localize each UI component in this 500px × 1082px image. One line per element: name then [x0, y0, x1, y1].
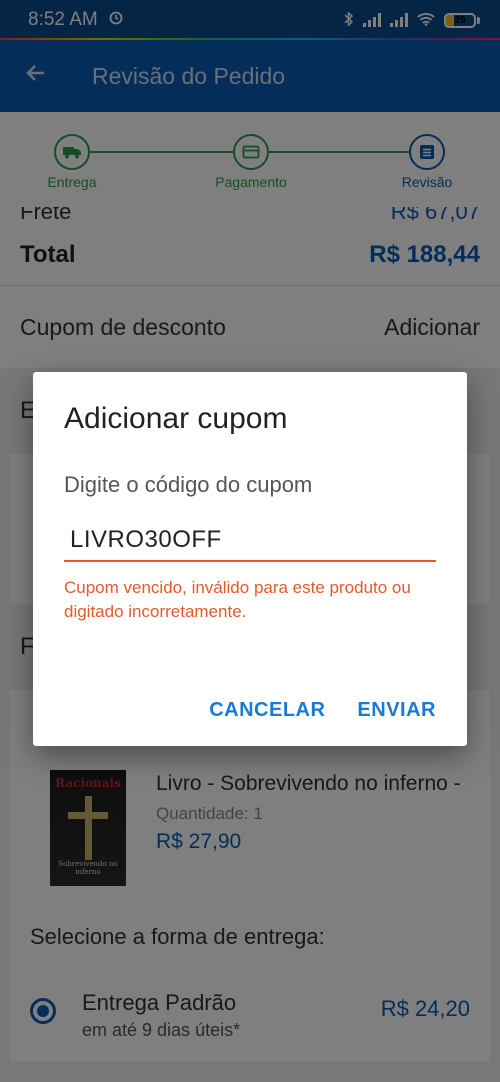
submit-button[interactable]: ENVIAR — [357, 699, 436, 722]
coupon-field-label: Digite o código do cupom — [64, 472, 313, 497]
coupon-code-input[interactable]: LIVRO30OFF — [64, 526, 436, 562]
cancel-button[interactable]: CANCELAR — [209, 699, 325, 722]
coupon-error-message: Cupom vencido, inválido para este produt… — [64, 578, 411, 621]
dialog-title: Adicionar cupom — [64, 402, 288, 435]
add-coupon-dialog: Adicionar cupom Digite o código do cupom… — [33, 372, 467, 746]
